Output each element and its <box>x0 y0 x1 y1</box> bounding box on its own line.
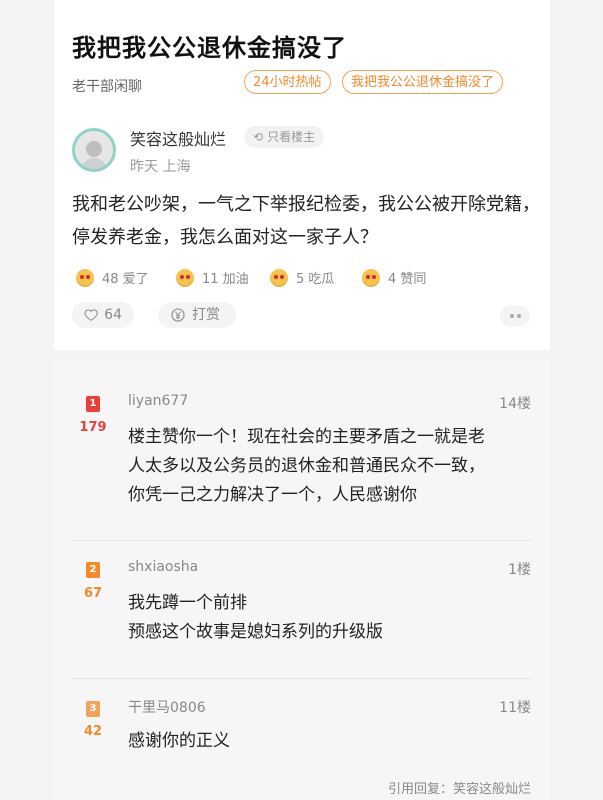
only-op-label: 只看楼主 <box>267 130 316 144</box>
dot-icon <box>509 314 514 318</box>
rank-badge: 3 <box>86 701 100 717</box>
reaction-cheer[interactable]: 11 加油 <box>176 268 249 287</box>
tag-topic[interactable]: 我把我公公退休金搞没了 <box>342 70 504 94</box>
reply-text-line: 楼主赞你一个！现在社会的主要矛盾之一就是老 <box>128 427 485 447</box>
heart-eyes-emoji-icon <box>76 268 94 287</box>
reaction-agree[interactable]: 4 赞同 <box>362 268 426 287</box>
avatar[interactable] <box>72 128 116 172</box>
tag-hot-24h[interactable]: 24小时热帖 <box>244 70 331 94</box>
reply-username[interactable]: 干里马0806 <box>128 697 206 717</box>
reaction-melon[interactable]: 5 吃瓜 <box>270 268 334 287</box>
dot-icon <box>516 314 521 318</box>
reply-text-line: 预感这个故事是媳妇系列的升级版 <box>128 622 383 642</box>
reaction-love-label: 48 爱了 <box>102 272 149 287</box>
reaction-agree-label: 4 赞同 <box>388 272 427 287</box>
reply-likes: 42 <box>83 724 103 739</box>
rank-badge: 2 <box>86 562 100 578</box>
quote-reply[interactable]: 引用回复：笑容这般灿烂 <box>388 778 531 797</box>
reply-username[interactable]: liyan677 <box>128 393 188 409</box>
reply-likes: 67 <box>83 586 103 601</box>
reply-text-line: 我先蹲一个前排 <box>128 593 247 613</box>
reply-text-line: 人太多以及公务员的退休金和普通民众不一致， <box>128 456 485 476</box>
reply-text: 楼主赞你一个！现在社会的主要矛盾之一就是老 人太多以及公务员的退休金和普通民众不… <box>128 423 538 510</box>
reply-likes: 179 <box>79 420 107 435</box>
post-meta: 昨天 上海 <box>130 159 191 175</box>
tip-label: 打赏 <box>192 307 220 323</box>
like-count: 64 <box>104 307 122 323</box>
post-title: 我把我公公退休金搞没了 <box>72 34 347 62</box>
tip-button[interactable]: 打赏 <box>158 302 236 328</box>
reaction-cheer-label: 11 加油 <box>202 272 249 287</box>
party-emoji-icon <box>362 268 380 287</box>
section-divider <box>54 350 550 360</box>
post-content: 我和老公吵架，一气之下举报纪检委，我公公被开除党籍，停发养老金，我怎么面对这一家… <box>72 194 540 248</box>
reply-separator <box>72 678 532 679</box>
reply-text: 感谢你的正义 <box>128 727 538 756</box>
reply-text: 我先蹲一个前排 预感这个故事是媳妇系列的升级版 <box>128 589 538 647</box>
reply-floor: 14楼 <box>499 396 531 412</box>
reply-username[interactable]: shxiaosha <box>128 559 198 575</box>
author-name[interactable]: 笑容这般灿烂 <box>130 126 226 150</box>
reply-text-line: 你凭一己之力解决了一个，人民感谢你 <box>128 485 417 505</box>
yen-coin-icon <box>171 308 185 322</box>
reply-floor: 11楼 <box>499 700 531 716</box>
more-options-button[interactable] <box>500 306 530 326</box>
only-op-button[interactable]: ⟲ 只看楼主 <box>244 126 325 148</box>
like-button[interactable]: 64 <box>72 302 134 328</box>
refresh-icon: ⟲ <box>253 130 264 144</box>
reaction-love[interactable]: 48 爱了 <box>76 268 149 287</box>
reply-text-line: 感谢你的正义 <box>128 731 230 751</box>
reply-separator <box>72 540 532 541</box>
reaction-melon-label: 5 吃瓜 <box>296 272 335 287</box>
melon-emoji-icon <box>270 268 288 287</box>
rank-badge: 1 <box>86 396 100 412</box>
cheer-emoji-icon <box>176 268 194 287</box>
heart-icon <box>84 309 98 322</box>
reply-floor: 1楼 <box>508 562 531 578</box>
board-name[interactable]: 老干部闲聊 <box>72 76 142 96</box>
